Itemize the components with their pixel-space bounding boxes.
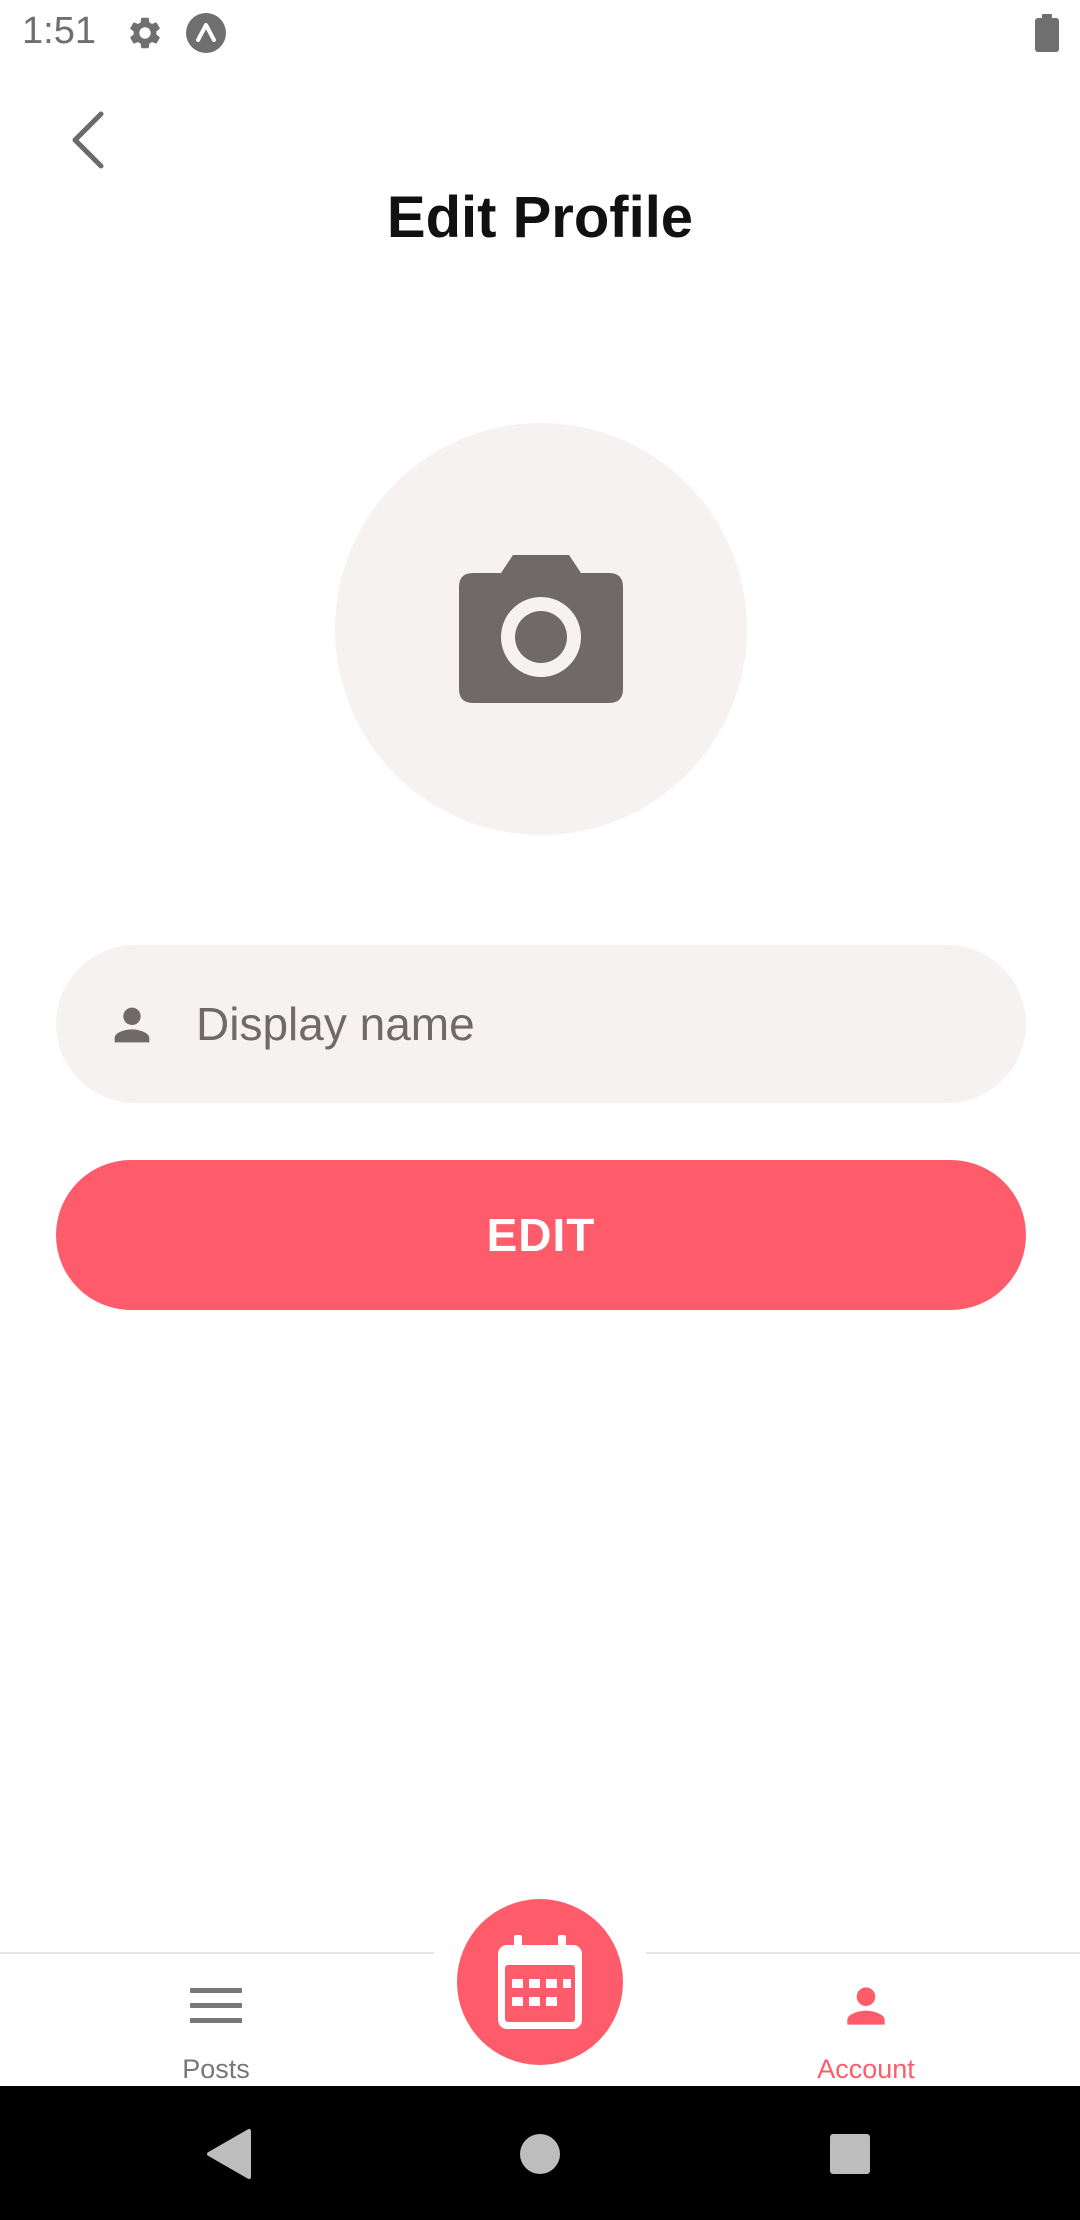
- back-button[interactable]: [52, 100, 122, 180]
- tab-account[interactable]: Account: [716, 1954, 1016, 2088]
- calendar-icon: [498, 1935, 582, 2029]
- tab-posts[interactable]: Posts: [66, 1954, 366, 2088]
- edit-button[interactable]: EDIT: [56, 1160, 1026, 1310]
- person-icon: [114, 1007, 150, 1043]
- page-title: Edit Profile: [386, 185, 694, 250]
- square-recents-icon: [830, 2134, 870, 2174]
- tab-account-label: Account: [817, 2054, 915, 2084]
- calendar-fab-button[interactable]: [457, 1899, 623, 2065]
- status-bar: 1:51: [0, 0, 1080, 66]
- menu-lines-icon: [190, 1988, 242, 2023]
- display-name-input[interactable]: [194, 945, 994, 1103]
- expo-a-icon: [186, 13, 226, 53]
- system-nav-bar: [0, 2086, 1080, 2220]
- system-back-button[interactable]: [190, 2116, 266, 2192]
- avatar-photo-picker[interactable]: [335, 423, 747, 835]
- person-icon: [847, 1987, 885, 2025]
- display-name-field: [56, 945, 1026, 1103]
- system-home-button[interactable]: [502, 2116, 578, 2192]
- settings-gear-icon: [130, 17, 160, 49]
- camera-icon: [459, 555, 623, 703]
- status-time: 1:51: [22, 10, 96, 52]
- triangle-back-icon: [207, 2129, 251, 2179]
- chevron-left-icon: [72, 111, 104, 169]
- battery-icon: [1035, 14, 1059, 52]
- system-recents-button[interactable]: [812, 2116, 888, 2192]
- circle-home-icon: [520, 2134, 560, 2174]
- edit-profile-screen: 1:51 Edit Profile EDIT: [0, 0, 1080, 2220]
- tab-posts-label: Posts: [182, 2054, 250, 2084]
